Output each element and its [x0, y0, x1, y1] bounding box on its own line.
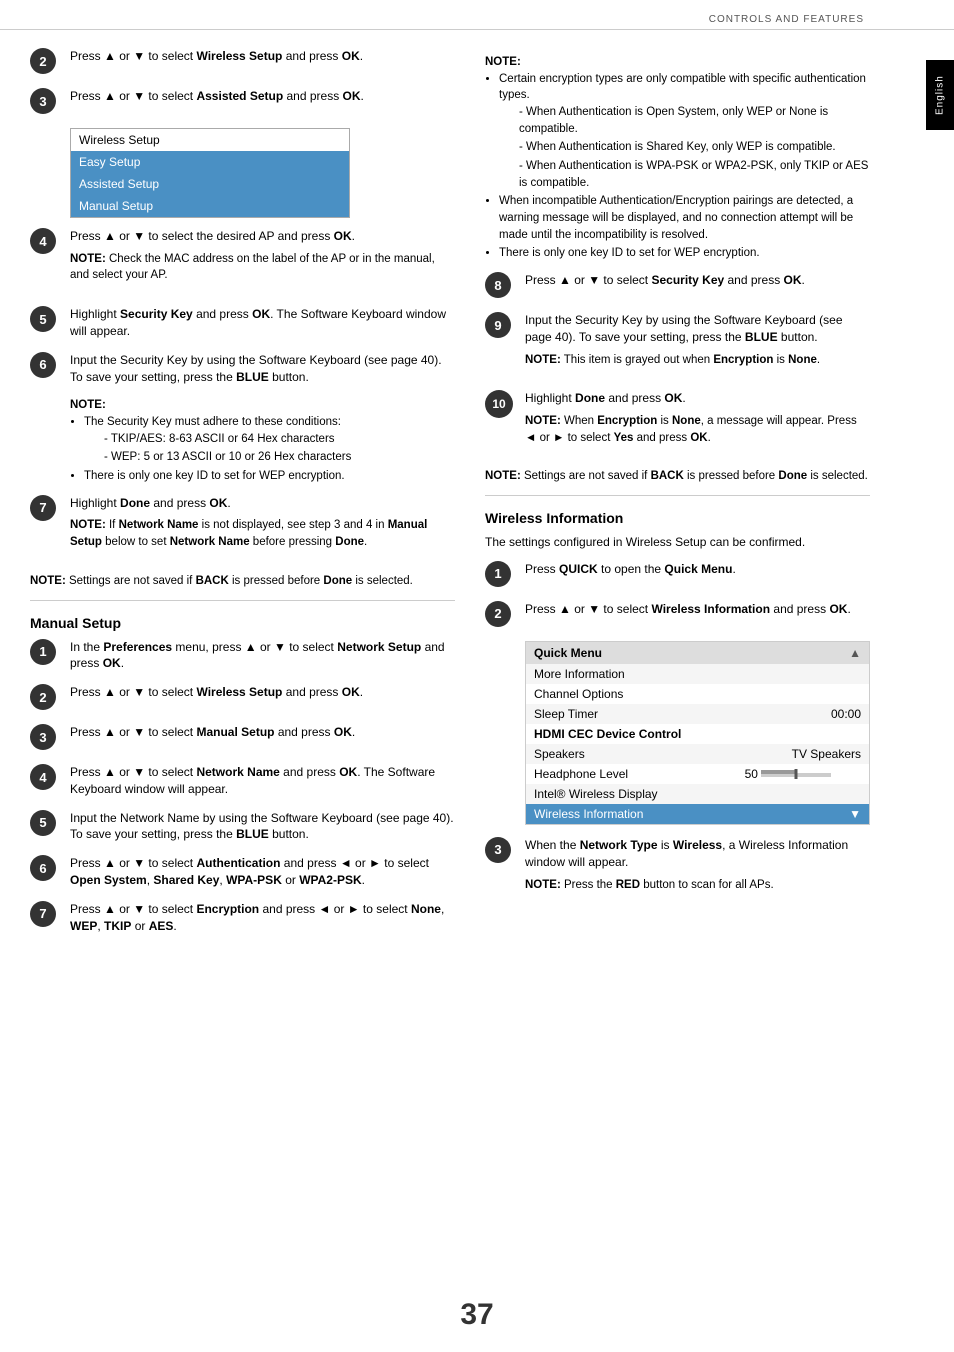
- wireless-info-intro: The settings configured in Wireless Setu…: [485, 534, 870, 551]
- manual-step-1: 1 In the Preferences menu, press ▲ or ▼ …: [30, 639, 455, 673]
- qm-row-sleep-timer: Sleep Timer 00:00: [526, 704, 869, 724]
- step-10-icon: 10: [485, 390, 517, 418]
- step-8-icon: 8: [485, 272, 517, 300]
- manual-step-4-icon: 4: [30, 764, 62, 792]
- left-column: 2 Press ▲ or ▼ to select Wireless Setup …: [0, 38, 470, 956]
- step-6: 6 Input the Security Key by using the So…: [30, 352, 455, 386]
- right-column: NOTE: Certain encryption types are only …: [470, 38, 920, 956]
- step-4: 4 Press ▲ or ▼ to select the desired AP …: [30, 228, 455, 294]
- page: CONTROLS AND FEATURES English 2 Press ▲ …: [0, 0, 954, 1352]
- manual-step-2: 2 Press ▲ or ▼ to select Wireless Setup …: [30, 684, 455, 712]
- step-9-icon: 9: [485, 312, 517, 340]
- step-9: 9 Input the Security Key by using the So…: [485, 312, 870, 378]
- wi-step-3: 3 When the Network Type is Wireless, a W…: [485, 837, 870, 903]
- wireless-info-title: Wireless Information: [485, 510, 870, 526]
- step-3: 3 Press ▲ or ▼ to select Assisted Setup …: [30, 88, 455, 116]
- manual-step-6-icon: 6: [30, 855, 62, 883]
- manual-step-1-icon: 1: [30, 639, 62, 667]
- menu-item-manual-setup: Manual Setup: [71, 195, 349, 217]
- step-5-icon: 5: [30, 306, 62, 334]
- step-6-icon: 6: [30, 352, 62, 380]
- qm-header-row: Quick Menu ▲: [526, 642, 869, 664]
- step-2-icon: 2: [30, 48, 62, 76]
- manual-step-2-icon: 2: [30, 684, 62, 712]
- step-10: 10 Highlight Done and press OK. NOTE: Wh…: [485, 390, 870, 456]
- qm-row-more-info: More Information: [526, 664, 869, 684]
- manual-step-6: 6 Press ▲ or ▼ to select Authentication …: [30, 855, 455, 889]
- qm-row-wireless-info: Wireless Information ▼: [526, 804, 869, 824]
- step-7-icon: 7: [30, 495, 62, 523]
- wi-step-1: 1 Press QUICK to open the Quick Menu.: [485, 561, 870, 589]
- step-4-note: NOTE: Check the MAC address on the label…: [70, 251, 455, 284]
- wi-step-1-icon: 1: [485, 561, 517, 589]
- quick-menu-table: Quick Menu ▲ More Information Channel Op…: [526, 642, 869, 824]
- manual-step-3: 3 Press ▲ or ▼ to select Manual Setup an…: [30, 724, 455, 752]
- wi-step-2-icon: 2: [485, 601, 517, 629]
- security-key-note: NOTE: The Security Key must adhere to th…: [70, 397, 455, 484]
- step-8: 8 Press ▲ or ▼ to select Security Key an…: [485, 272, 870, 300]
- qm-row-hdmi-cec: HDMI CEC Device Control: [526, 724, 869, 744]
- encryption-note: NOTE: Certain encryption types are only …: [485, 54, 870, 262]
- menu-item-assisted-setup: Assisted Setup: [71, 173, 349, 195]
- manual-step-5: 5 Input the Network Name by using the So…: [30, 810, 455, 844]
- page-number: 37: [460, 1298, 493, 1332]
- menu-item-easy-setup: Easy Setup: [71, 151, 349, 173]
- header-title: CONTROLS AND FEATURES: [709, 14, 864, 25]
- wi-step-3-note: NOTE: Press the RED button to scan for a…: [525, 877, 870, 894]
- manual-step-5-icon: 5: [30, 810, 62, 838]
- qm-row-intel-wireless: Intel® Wireless Display: [526, 784, 869, 804]
- step-7: 7 Highlight Done and press OK. NOTE: If …: [30, 495, 455, 561]
- qm-row-channel-options: Channel Options: [526, 684, 869, 704]
- manual-step-7-icon: 7: [30, 901, 62, 929]
- quick-menu-display: Quick Menu ▲ More Information Channel Op…: [525, 641, 870, 825]
- menu-item-wireless-setup: Wireless Setup: [71, 129, 349, 151]
- step-5: 5 Highlight Security Key and press OK. T…: [30, 306, 455, 340]
- step-9-note: NOTE: This item is grayed out when Encry…: [525, 352, 870, 369]
- manual-step-3-icon: 3: [30, 724, 62, 752]
- manual-setup-title: Manual Setup: [30, 615, 455, 631]
- qm-row-headphone: Headphone Level 50: [526, 764, 869, 784]
- page-header: CONTROLS AND FEATURES: [0, 10, 954, 30]
- language-tab: English: [926, 60, 954, 130]
- step-2: 2 Press ▲ or ▼ to select Wireless Setup …: [30, 48, 455, 76]
- wi-step-3-icon: 3: [485, 837, 517, 865]
- manual-step-7: 7 Press ▲ or ▼ to select Encryption and …: [30, 901, 455, 935]
- qm-row-speakers: Speakers TV Speakers: [526, 744, 869, 764]
- step-10-note: NOTE: When Encryption is None, a message…: [525, 413, 870, 446]
- wi-step-2: 2 Press ▲ or ▼ to select Wireless Inform…: [485, 601, 870, 629]
- main-content: 2 Press ▲ or ▼ to select Wireless Setup …: [0, 38, 954, 956]
- manual-step-4: 4 Press ▲ or ▼ to select Network Name an…: [30, 764, 455, 798]
- note-settings-right: NOTE: Settings are not saved if BACK is …: [485, 468, 870, 485]
- wireless-setup-menu: Wireless Setup Easy Setup Assisted Setup…: [70, 128, 350, 218]
- step-3-icon: 3: [30, 88, 62, 116]
- note-settings-left: NOTE: Settings are not saved if BACK is …: [30, 573, 455, 590]
- step-4-icon: 4: [30, 228, 62, 256]
- step-7-note: NOTE: If Network Name is not displayed, …: [70, 517, 455, 550]
